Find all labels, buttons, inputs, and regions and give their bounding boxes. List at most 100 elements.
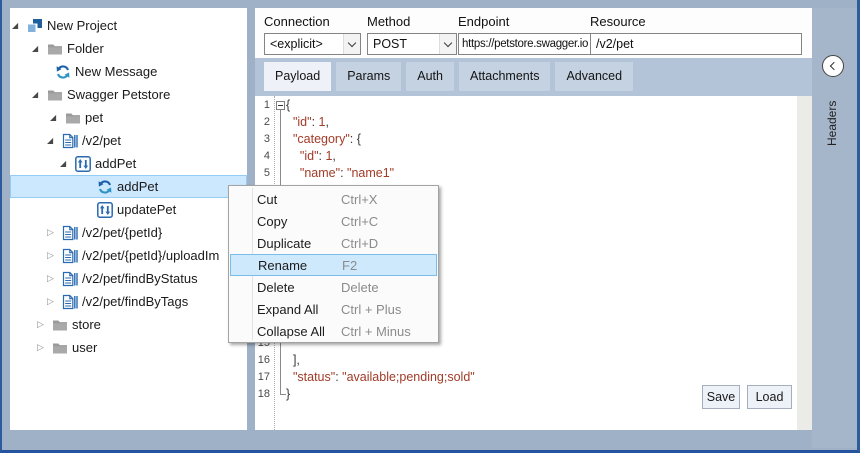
editor-side-strip bbox=[797, 96, 812, 430]
resource-field: Resource /v2/pet bbox=[590, 14, 802, 55]
refresh-icon bbox=[97, 179, 113, 195]
load-button[interactable]: Load bbox=[747, 385, 792, 409]
tree-item-label: New Project bbox=[47, 18, 117, 33]
menu-item-label: Cut bbox=[257, 192, 277, 207]
connection-select[interactable]: <explicit> bbox=[264, 33, 361, 55]
code-text: } bbox=[286, 386, 290, 403]
tree-item-pet[interactable]: ◢ pet bbox=[10, 106, 247, 129]
code-line: 4 "id": 1, bbox=[255, 148, 796, 165]
expander-open-icon[interactable]: ◢ bbox=[32, 90, 47, 99]
endpoint-value: https://petstore.swagger.io bbox=[462, 38, 588, 50]
fold-margin bbox=[270, 114, 286, 131]
tree-item--v2-pet-findbytags[interactable]: ▷ /v2/pet/findByTags bbox=[10, 290, 247, 313]
expander-collapsed-icon[interactable]: ▷ bbox=[47, 296, 62, 307]
code-line: 5 "name": "name1" bbox=[255, 165, 796, 182]
resource-icon bbox=[62, 248, 78, 264]
menu-item-delete[interactable]: Delete Delete bbox=[229, 276, 438, 298]
endpoint-label: Endpoint bbox=[458, 14, 592, 32]
fold-guide-elbow bbox=[280, 394, 286, 395]
tree-item-label: addPet bbox=[95, 156, 136, 171]
folder-icon bbox=[52, 317, 68, 333]
tree-item-folder[interactable]: ◢ Folder bbox=[10, 37, 247, 60]
menu-item-cut[interactable]: Cut Ctrl+X bbox=[229, 188, 438, 210]
code-line: 3 "category": { bbox=[255, 131, 796, 148]
tree-item--v2-pet[interactable]: ◢ /v2/pet bbox=[10, 129, 247, 152]
tree-item-updatepet[interactable]: updatePet bbox=[10, 198, 247, 221]
menu-item-shortcut: F2 bbox=[342, 258, 357, 273]
connection-label: Connection bbox=[264, 14, 361, 32]
tree-item-user[interactable]: ▷ user bbox=[10, 336, 247, 359]
tree-item-new-message[interactable]: New Message bbox=[10, 60, 247, 83]
line-number: 16 bbox=[255, 352, 270, 369]
menu-item-copy[interactable]: Copy Ctrl+C bbox=[229, 210, 438, 232]
expander-open-icon[interactable]: ◢ bbox=[32, 44, 47, 53]
menu-item-duplicate[interactable]: Duplicate Ctrl+D bbox=[229, 232, 438, 254]
line-number: 4 bbox=[255, 148, 270, 165]
tree-item-new-project[interactable]: ◢ New Project bbox=[10, 14, 247, 37]
tree-item-label: Folder bbox=[67, 41, 104, 56]
menu-item-label: Collapse All bbox=[257, 324, 325, 339]
resource-icon bbox=[62, 133, 78, 149]
fold-margin bbox=[270, 131, 286, 148]
expand-panel-button[interactable] bbox=[822, 55, 844, 77]
expander-open-icon[interactable]: ◢ bbox=[47, 136, 62, 145]
tab-payload[interactable]: Payload bbox=[264, 62, 331, 91]
connection-bar: Connection <explicit> Method POST Endpoi… bbox=[255, 8, 812, 58]
tree-item-label: updatePet bbox=[117, 202, 176, 217]
endpoint-field: Endpoint https://petstore.swagger.io bbox=[458, 14, 592, 55]
resource-icon bbox=[62, 271, 78, 287]
tree-item-label: addPet bbox=[117, 179, 158, 194]
resource-input[interactable]: /v2/pet bbox=[590, 33, 802, 55]
code-text: "status": "available;pending;sold" bbox=[286, 369, 475, 386]
chevron-down-icon bbox=[348, 38, 356, 46]
method-select[interactable]: POST bbox=[367, 33, 457, 55]
menu-item-rename[interactable]: Rename F2 bbox=[230, 254, 437, 276]
tree-item-store[interactable]: ▷ store bbox=[10, 313, 247, 336]
chevron-down-icon bbox=[444, 38, 452, 46]
expander-collapsed-icon[interactable]: ▷ bbox=[47, 250, 62, 261]
line-number: 1 bbox=[255, 97, 270, 114]
expander-open-icon[interactable]: ◢ bbox=[12, 21, 27, 30]
resource-icon bbox=[62, 294, 78, 310]
connection-field: Connection <explicit> bbox=[264, 14, 361, 55]
folder-icon bbox=[47, 87, 63, 103]
endpoint-input[interactable]: https://petstore.swagger.io bbox=[458, 33, 592, 55]
expander-collapsed-icon[interactable]: ▷ bbox=[37, 319, 52, 330]
project-icon bbox=[27, 18, 43, 34]
expander-collapsed-icon[interactable]: ▷ bbox=[47, 227, 62, 238]
menu-item-label: Delete bbox=[257, 280, 295, 295]
expander-collapsed-icon[interactable]: ▷ bbox=[47, 273, 62, 284]
menu-item-shortcut: Ctrl+X bbox=[341, 192, 377, 207]
tree-item--v2-pet-findbystatus[interactable]: ▷ /v2/pet/findByStatus bbox=[10, 267, 247, 290]
tab-attachments[interactable]: Attachments bbox=[459, 62, 550, 91]
menu-item-expand-all[interactable]: Expand All Ctrl + Plus bbox=[229, 298, 438, 320]
menu-item-collapse-all[interactable]: Collapse All Ctrl + Minus bbox=[229, 320, 438, 342]
tree-item-addpet[interactable]: addPet bbox=[10, 175, 247, 198]
expander-collapsed-icon[interactable]: ▷ bbox=[37, 342, 52, 353]
dropdown-chevron-box bbox=[343, 34, 360, 54]
tree-item-label: /v2/pet/{petId} bbox=[82, 225, 162, 240]
tree-item-swagger-petstore[interactable]: ◢ Swagger Petstore bbox=[10, 83, 247, 106]
line-number: 18 bbox=[255, 386, 270, 403]
code-line: 1 { bbox=[255, 97, 796, 114]
tree-item-addpet[interactable]: ◢ addPet bbox=[10, 152, 247, 175]
dropdown-chevron-box bbox=[439, 34, 456, 54]
expander-open-icon[interactable]: ◢ bbox=[60, 159, 75, 168]
tree-item-label: New Message bbox=[75, 64, 157, 79]
tab-auth[interactable]: Auth bbox=[406, 62, 454, 91]
tab-advanced[interactable]: Advanced bbox=[555, 62, 633, 91]
code-line: 2 "id": 1, bbox=[255, 114, 796, 131]
expander-open-icon[interactable]: ◢ bbox=[50, 113, 65, 122]
code-text: ], bbox=[286, 352, 300, 369]
fold-toggle-icon[interactable] bbox=[276, 101, 285, 110]
tree-item--v2-pet-petid-[interactable]: ▷ /v2/pet/{petId} bbox=[10, 221, 247, 244]
save-button[interactable]: Save bbox=[702, 385, 740, 409]
tree-item-label: pet bbox=[85, 110, 103, 125]
method-value: POST bbox=[373, 37, 407, 51]
tab-params[interactable]: Params bbox=[336, 62, 401, 91]
fold-margin bbox=[270, 165, 286, 182]
context-menu: Cut Ctrl+X Copy Ctrl+C Duplicate Ctrl+D … bbox=[228, 185, 439, 343]
tree-item--v2-pet-petid-uploadim[interactable]: ▷ /v2/pet/{petId}/uploadIm bbox=[10, 244, 247, 267]
headers-panel-tab[interactable]: Headers bbox=[812, 8, 857, 448]
tree-item-label: /v2/pet bbox=[82, 133, 121, 148]
